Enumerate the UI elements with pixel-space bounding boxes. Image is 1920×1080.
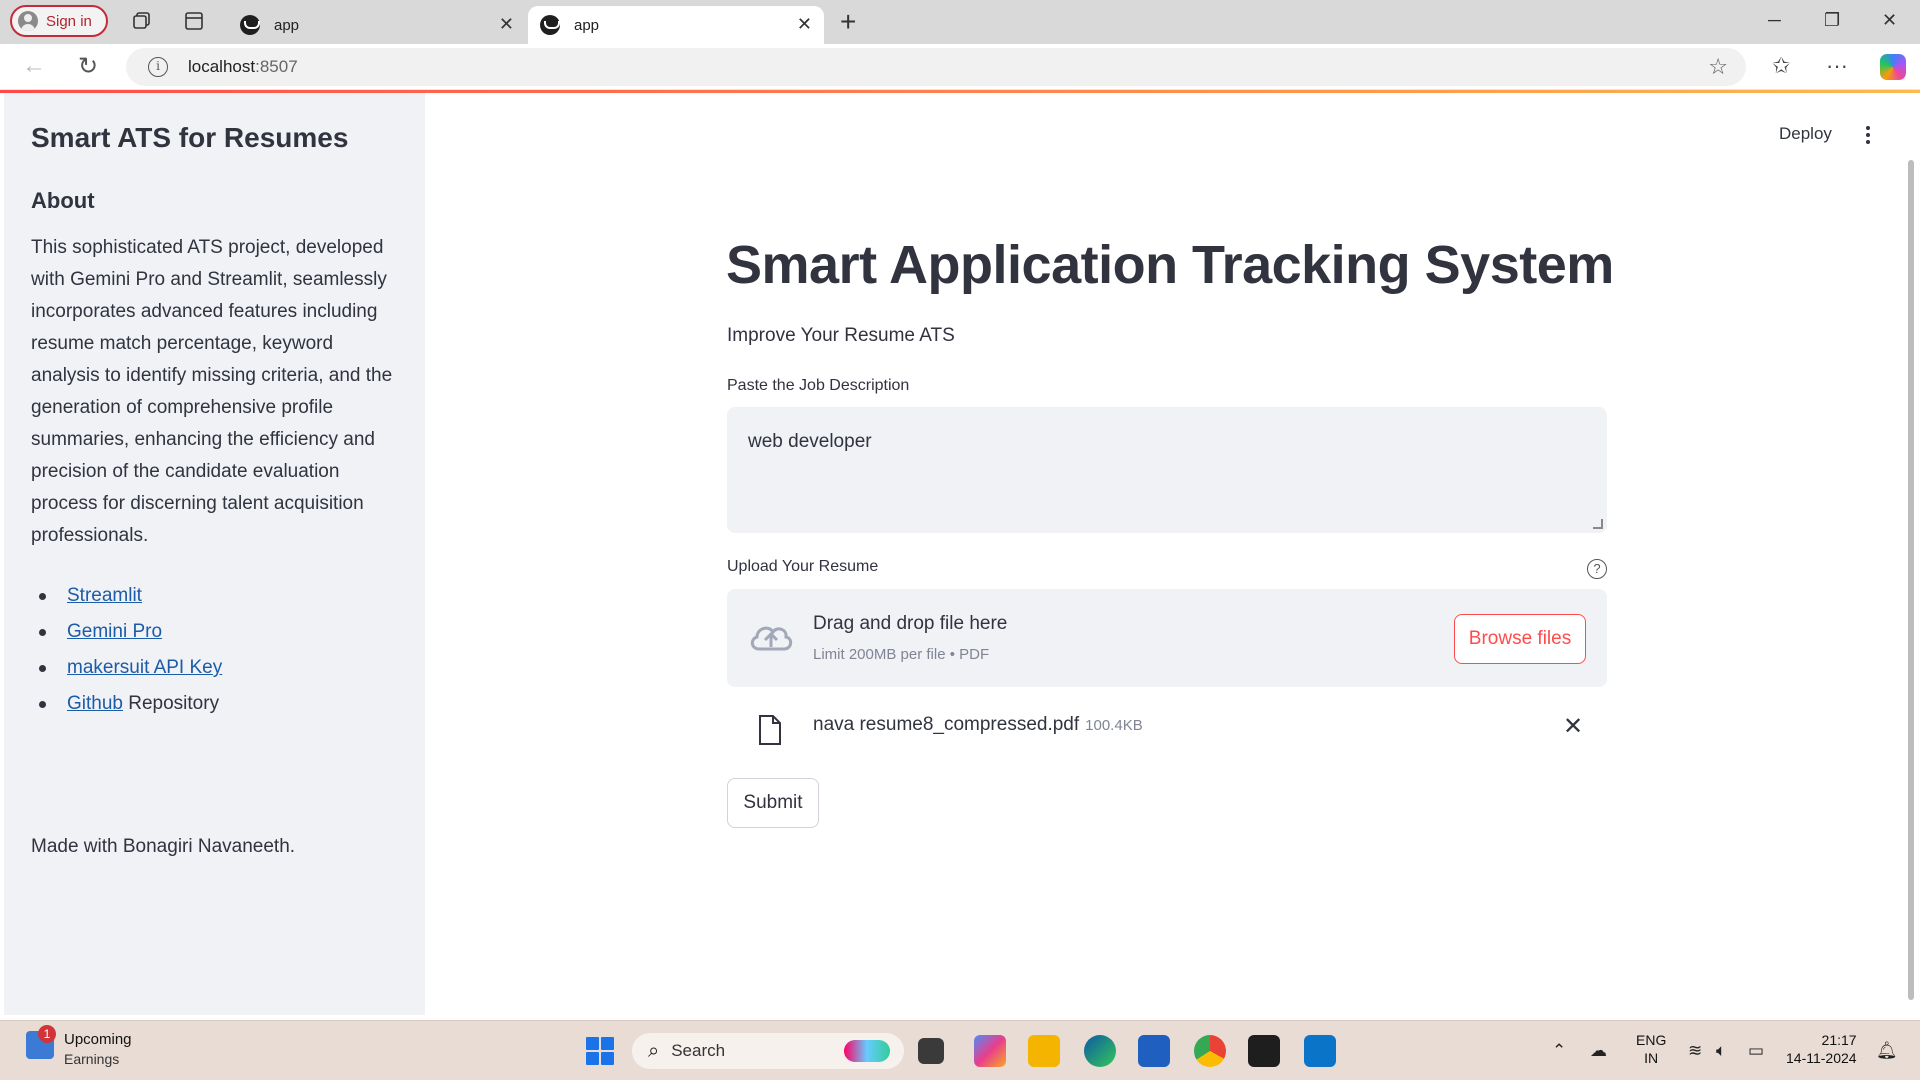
sign-in-button[interactable]: Sign in bbox=[10, 5, 108, 37]
more-options-icon[interactable]: ··· bbox=[1826, 53, 1848, 79]
battery-icon[interactable]: ▭ bbox=[1748, 1041, 1764, 1061]
sidebar-footer: Made with Bonagiri Navaneeth. bbox=[31, 836, 296, 857]
about-description: This sophisticated ATS project, develope… bbox=[31, 237, 393, 546]
help-icon[interactable]: ? bbox=[1587, 559, 1607, 579]
task-view-icon[interactable] bbox=[918, 1038, 944, 1064]
upload-label: Upload Your Resume bbox=[727, 558, 879, 575]
gemini-pro-link[interactable]: Gemini Pro bbox=[67, 621, 162, 642]
streamlit-favicon-icon bbox=[540, 15, 560, 35]
job-description-textarea[interactable]: web developer bbox=[727, 407, 1607, 533]
widget-title[interactable]: Upcoming bbox=[64, 1031, 132, 1048]
close-tab-icon[interactable]: ✕ bbox=[797, 14, 812, 35]
list-item: Streamlit bbox=[31, 578, 222, 614]
taskbar-search[interactable]: ⌕ Search bbox=[632, 1033, 904, 1069]
search-highlight-icon bbox=[844, 1040, 890, 1062]
input-language[interactable]: ENG IN bbox=[1636, 1031, 1666, 1067]
notification-badge: 1 bbox=[38, 1025, 56, 1043]
file-icon bbox=[759, 715, 781, 745]
favorite-star-icon[interactable]: ☆ bbox=[1708, 54, 1728, 80]
sign-in-label: Sign in bbox=[46, 12, 92, 30]
list-item: makersuit API Key bbox=[31, 650, 222, 686]
job-description-value: web developer bbox=[748, 431, 872, 452]
deploy-button[interactable]: Deploy bbox=[1779, 124, 1832, 144]
close-window-icon[interactable]: ✕ bbox=[1882, 10, 1897, 31]
page-title: Smart Application Tracking System bbox=[726, 235, 1614, 295]
streamlit-link[interactable]: Streamlit bbox=[67, 585, 142, 606]
github-link[interactable]: Github bbox=[67, 693, 123, 714]
file-explorer-icon[interactable] bbox=[1028, 1035, 1060, 1067]
close-tab-icon[interactable]: ✕ bbox=[499, 14, 514, 35]
search-icon: ⌕ bbox=[648, 1039, 660, 1062]
favorites-icon[interactable]: ✩ bbox=[1772, 53, 1790, 79]
makersuit-api-key-link[interactable]: makersuit API Key bbox=[67, 657, 222, 678]
sidebar-title: Smart ATS for Resumes bbox=[31, 122, 349, 153]
windows-taskbar: 1 Upcoming Earnings ⌕ Search ⌃ ☁ ENG IN ≋… bbox=[0, 1020, 1920, 1080]
new-tab-icon[interactable]: + bbox=[840, 6, 856, 38]
minimize-icon[interactable]: ─ bbox=[1768, 10, 1781, 31]
show-hidden-icons-icon[interactable]: ⌃ bbox=[1552, 1041, 1566, 1061]
microsoft-store-icon[interactable] bbox=[1138, 1035, 1170, 1067]
start-windows-icon[interactable] bbox=[586, 1037, 614, 1065]
notifications-bell-icon[interactable]: 🔔︎ bbox=[1876, 1041, 1898, 1061]
url-text: localhost:8507 bbox=[188, 57, 298, 76]
dropzone-title: Drag and drop file here bbox=[813, 613, 1008, 634]
volume-icon[interactable]: 🔈︎ bbox=[1716, 1041, 1726, 1061]
clock[interactable]: 21:17 14-11-2024 bbox=[1786, 1031, 1857, 1067]
job-description-label: Paste the Job Description bbox=[727, 377, 910, 394]
address-bar[interactable]: i localhost:8507 ☆ bbox=[126, 48, 1746, 86]
wifi-icon[interactable]: ≋ bbox=[1688, 1041, 1702, 1061]
widget-subtitle: Earnings bbox=[64, 1051, 120, 1067]
uploaded-file-name: nava resume8_compressed.pdf 100.4KB bbox=[813, 714, 1143, 735]
edge-browser-icon[interactable] bbox=[1084, 1035, 1116, 1067]
submit-button[interactable]: Submit bbox=[727, 778, 819, 828]
workspaces-icon[interactable] bbox=[131, 10, 153, 32]
streamlit-favicon-icon bbox=[240, 15, 260, 35]
scrollbar[interactable] bbox=[1908, 160, 1914, 1000]
vertical-tabs-icon[interactable] bbox=[183, 10, 205, 32]
search-label: Search bbox=[671, 1041, 726, 1060]
back-arrow-icon[interactable]: ← bbox=[22, 52, 46, 80]
site-info-icon[interactable]: i bbox=[148, 57, 168, 77]
uploaded-file-row: nava resume8_compressed.pdf 100.4KB ✕ bbox=[727, 706, 1607, 748]
main-menu-icon[interactable] bbox=[1861, 124, 1875, 146]
reload-icon[interactable]: ↻ bbox=[78, 52, 98, 81]
copilot-app-icon[interactable] bbox=[974, 1035, 1006, 1067]
dropzone-limit: Limit 200MB per file • PDF bbox=[813, 646, 990, 663]
page-subtitle: Improve Your Resume ATS bbox=[727, 325, 955, 346]
terminal-icon[interactable] bbox=[1248, 1035, 1280, 1067]
onedrive-icon[interactable]: ☁ bbox=[1590, 1041, 1607, 1061]
list-item: Gemini Pro bbox=[31, 614, 222, 650]
main-content bbox=[425, 93, 1912, 1015]
profile-icon bbox=[18, 11, 38, 31]
vscode-icon[interactable] bbox=[1304, 1035, 1336, 1067]
chrome-icon[interactable] bbox=[1194, 1035, 1226, 1067]
address-toolbar: ← ↻ i localhost:8507 ☆ ✩ ··· bbox=[0, 44, 1920, 90]
tab-title: app bbox=[274, 16, 300, 34]
cloud-upload-icon bbox=[750, 626, 793, 651]
sidebar-link-list: Streamlit Gemini Pro makersuit API Key G… bbox=[31, 578, 222, 722]
browser-tab-active[interactable]: app ✕ bbox=[528, 6, 824, 44]
about-heading: About bbox=[31, 188, 95, 213]
browse-files-button[interactable]: Browse files bbox=[1454, 614, 1586, 664]
tab-title: app bbox=[574, 16, 600, 34]
resize-grip-icon[interactable] bbox=[1593, 519, 1603, 529]
browser-tab[interactable]: app ✕ bbox=[228, 6, 526, 44]
list-item: Github Repository bbox=[31, 686, 222, 722]
uploaded-file-size: 100.4KB bbox=[1085, 717, 1143, 734]
file-dropzone[interactable]: Drag and drop file here Limit 200MB per … bbox=[727, 589, 1607, 687]
remove-file-icon[interactable]: ✕ bbox=[1563, 712, 1583, 741]
restore-icon[interactable]: ❐ bbox=[1824, 10, 1840, 31]
browser-tab-strip: Sign in app ✕ app ✕ + ─ ❐ ✕ bbox=[0, 0, 1920, 44]
link-suffix: Repository bbox=[122, 693, 220, 714]
copilot-icon[interactable] bbox=[1880, 54, 1906, 80]
